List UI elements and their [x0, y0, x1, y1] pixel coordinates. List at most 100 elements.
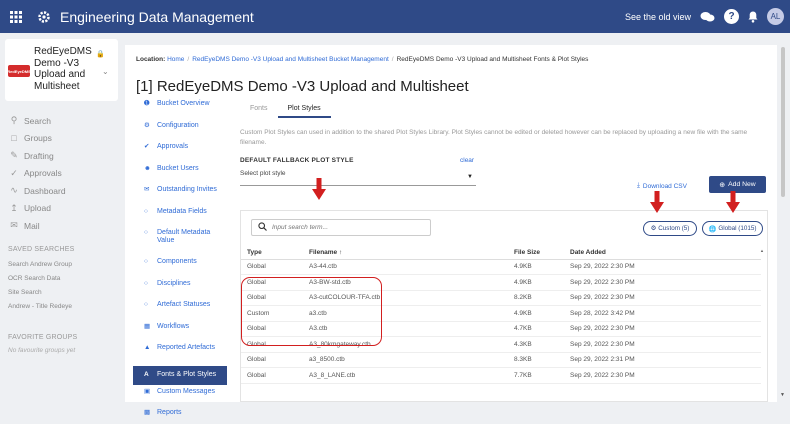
- nav-item-approvals[interactable]: ✓ Approvals: [8, 165, 66, 183]
- filter-global-button[interactable]: 🌐 Global (1015): [702, 221, 763, 236]
- subnav-components[interactable]: ○ Components: [135, 258, 227, 280]
- fallback-plot-style-label: DEFAULT FALLBACK PLOT STYLE: [240, 157, 354, 164]
- nav-label: Mail: [24, 220, 40, 231]
- scroll-down-icon[interactable]: ▼: [780, 392, 785, 398]
- subnav-disciplines[interactable]: ○ Disciplines: [135, 280, 227, 302]
- check-circle-icon: ✔: [144, 143, 150, 150]
- col-filesize-header[interactable]: File Size: [508, 246, 564, 260]
- nav-item-search[interactable]: ⚲ Search: [8, 112, 66, 130]
- font-icon: A: [144, 371, 149, 378]
- subnav-default-metadata-value[interactable]: ○ Default Metadata Value: [135, 229, 227, 258]
- table-row[interactable]: Global A3-44.ctb 4.9KB Sep 29, 2022 2:30 PM: [241, 259, 761, 275]
- chevron-down-icon[interactable]: ⌄: [102, 67, 109, 76]
- plot-styles-description: Custom Plot Styles can used in addition …: [240, 129, 748, 146]
- search-input[interactable]: [272, 224, 422, 231]
- subnav-artefact-statuses[interactable]: ○ Artefact Statuses: [135, 301, 227, 323]
- project-switcher[interactable]: RedEyeDMS RedEyeDMS Demo -V3 Upload and …: [5, 39, 118, 101]
- subnav-reported-artefacts[interactable]: ▲ Reported Artefacts: [135, 344, 227, 366]
- subnav-label: Components: [157, 258, 197, 265]
- subnav-outstanding-invites[interactable]: ✉ Outstanding Invites: [135, 186, 227, 208]
- lock-icon: 🔒: [96, 51, 105, 58]
- app-grid-icon[interactable]: [2, 0, 30, 33]
- top-bar: Engineering Data Management See the old …: [0, 0, 790, 33]
- col-filename-header[interactable]: Filename ↑: [303, 246, 508, 260]
- envelope-icon: ✉: [144, 186, 150, 193]
- page-scrollbar[interactable]: ▼: [780, 45, 786, 402]
- subnav-bucket-users[interactable]: ☻ Bucket Users: [135, 165, 227, 187]
- saved-search-link[interactable]: Site Search: [8, 289, 42, 296]
- breadcrumb-bucket[interactable]: RedEyeDMS Demo -V3 Upload and Multisheet…: [192, 56, 389, 63]
- nav-item-mail[interactable]: ✉ Mail: [8, 217, 66, 235]
- cell-date-added: Sep 29, 2022 2:30 PM: [564, 367, 761, 384]
- nav-item-dashboard[interactable]: ∿ Dashboard: [8, 182, 66, 200]
- chart-line-icon: ∿: [10, 185, 18, 196]
- subnav-custom-messages[interactable]: ▣ Custom Messages: [135, 388, 227, 410]
- groups-icon: □: [11, 133, 17, 144]
- breadcrumb-separator: /: [391, 56, 394, 63]
- plot-style-select[interactable]: Select plot style ▼: [240, 170, 476, 186]
- info-icon: ➊: [144, 100, 150, 107]
- scrollbar-thumb[interactable]: [781, 47, 785, 197]
- col-date-header[interactable]: Date Added: [564, 246, 761, 260]
- saved-searches-heading: SAVED SEARCHES: [8, 246, 75, 253]
- add-new-label: Add New: [728, 181, 756, 188]
- chat-icon[interactable]: [700, 11, 715, 23]
- subnav-label: Bucket Users: [157, 164, 199, 172]
- table-row[interactable]: Global A3_8_LANE.ctb 7.7KB Sep 29, 2022 2:3…: [241, 367, 761, 384]
- warning-icon: ▲: [144, 344, 151, 351]
- subnav-bucket-overview[interactable]: ➊ Bucket Overview: [135, 100, 227, 122]
- annotation-highlight-box: [241, 277, 382, 346]
- favorite-groups-heading: FAVORITE GROUPS: [8, 334, 78, 341]
- col-type-header[interactable]: Type: [241, 246, 303, 260]
- nav-label: Dashboard: [24, 185, 66, 196]
- subnav-label: Bucket Overview: [157, 100, 210, 107]
- subnav-label: Reported Artefacts: [157, 344, 215, 351]
- help-icon[interactable]: ?: [724, 9, 739, 24]
- saved-search-link[interactable]: Search Andrew Group: [8, 261, 72, 268]
- avatar[interactable]: AL: [767, 8, 784, 25]
- caret-down-icon: ▼: [467, 174, 473, 180]
- cell-date-added: Sep 29, 2022 2:30 PM: [564, 290, 761, 306]
- subnav-approvals[interactable]: ✔ Approvals: [135, 143, 227, 165]
- breadcrumb-home[interactable]: Home: [167, 56, 184, 63]
- tab-fonts[interactable]: Fonts: [240, 100, 278, 118]
- table-row[interactable]: Global a3_8500.ctb 8.3KB Sep 29, 2022 2:31 …: [241, 352, 761, 368]
- subnav-configuration[interactable]: ⚙ Configuration: [135, 122, 227, 144]
- cell-type: Global: [241, 259, 303, 275]
- nav-item-drafting[interactable]: ✎ Drafting: [8, 147, 66, 165]
- download-csv-label: Download CSV: [642, 182, 687, 190]
- subnav-fonts-plot-styles[interactable]: A Fonts & Plot Styles: [133, 365, 227, 385]
- circle-icon: ○: [144, 301, 148, 308]
- nav-item-upload[interactable]: ↥ Upload: [8, 200, 66, 218]
- subnav-label: Approvals: [157, 143, 189, 150]
- select-value: Select plot style: [240, 170, 286, 177]
- cell-filesize: 4.3KB: [508, 336, 564, 353]
- annotation-arrow-icon: [726, 191, 740, 213]
- clear-link[interactable]: clear: [460, 157, 474, 164]
- table-scrollbar[interactable]: ▲: [760, 248, 764, 398]
- circle-icon: ○: [144, 258, 148, 265]
- table-search[interactable]: [251, 219, 431, 236]
- download-icon: ⤓: [637, 182, 640, 189]
- tab-plot-styles[interactable]: Plot Styles: [277, 100, 331, 118]
- cell-filesize: 4.9KB: [508, 274, 564, 291]
- filter-custom-button[interactable]: ⚙ Custom (5): [643, 221, 697, 236]
- app-title: Engineering Data Management: [60, 8, 254, 25]
- table-header-row: Type Filename ↑ File Size Date Added: [241, 246, 761, 260]
- saved-search-link[interactable]: Andrew - Title Redeye: [8, 303, 72, 310]
- see-old-view-link[interactable]: See the old view: [625, 12, 691, 22]
- subnav-label: Custom Messages: [157, 387, 215, 395]
- subnav-reports[interactable]: ▩ Reports: [135, 409, 227, 424]
- workflow-icon: ▦: [144, 322, 151, 330]
- nav-item-groups[interactable]: □ Groups: [8, 130, 66, 148]
- cell-date-added: Sep 29, 2022 2:30 PM: [564, 274, 761, 291]
- subnav-metadata-fields[interactable]: ○ Metadata Fields: [135, 208, 227, 230]
- subnav-label: Outstanding Invites: [157, 186, 217, 193]
- circle-icon: ○: [144, 279, 148, 287]
- bell-icon[interactable]: [748, 11, 758, 23]
- saved-search-link[interactable]: OCR Search Data: [8, 275, 60, 282]
- main-nav: ⚲ Search □ Groups ✎ Drafting ✓ Approvals ∿ Da…: [8, 112, 66, 235]
- scroll-up-icon[interactable]: ▲: [760, 248, 764, 253]
- bucket-subnav: ➊ Bucket Overview ⚙ Configuration ✔ Approva…: [133, 100, 227, 424]
- subnav-workflows[interactable]: ▦ Workflows: [135, 323, 227, 345]
